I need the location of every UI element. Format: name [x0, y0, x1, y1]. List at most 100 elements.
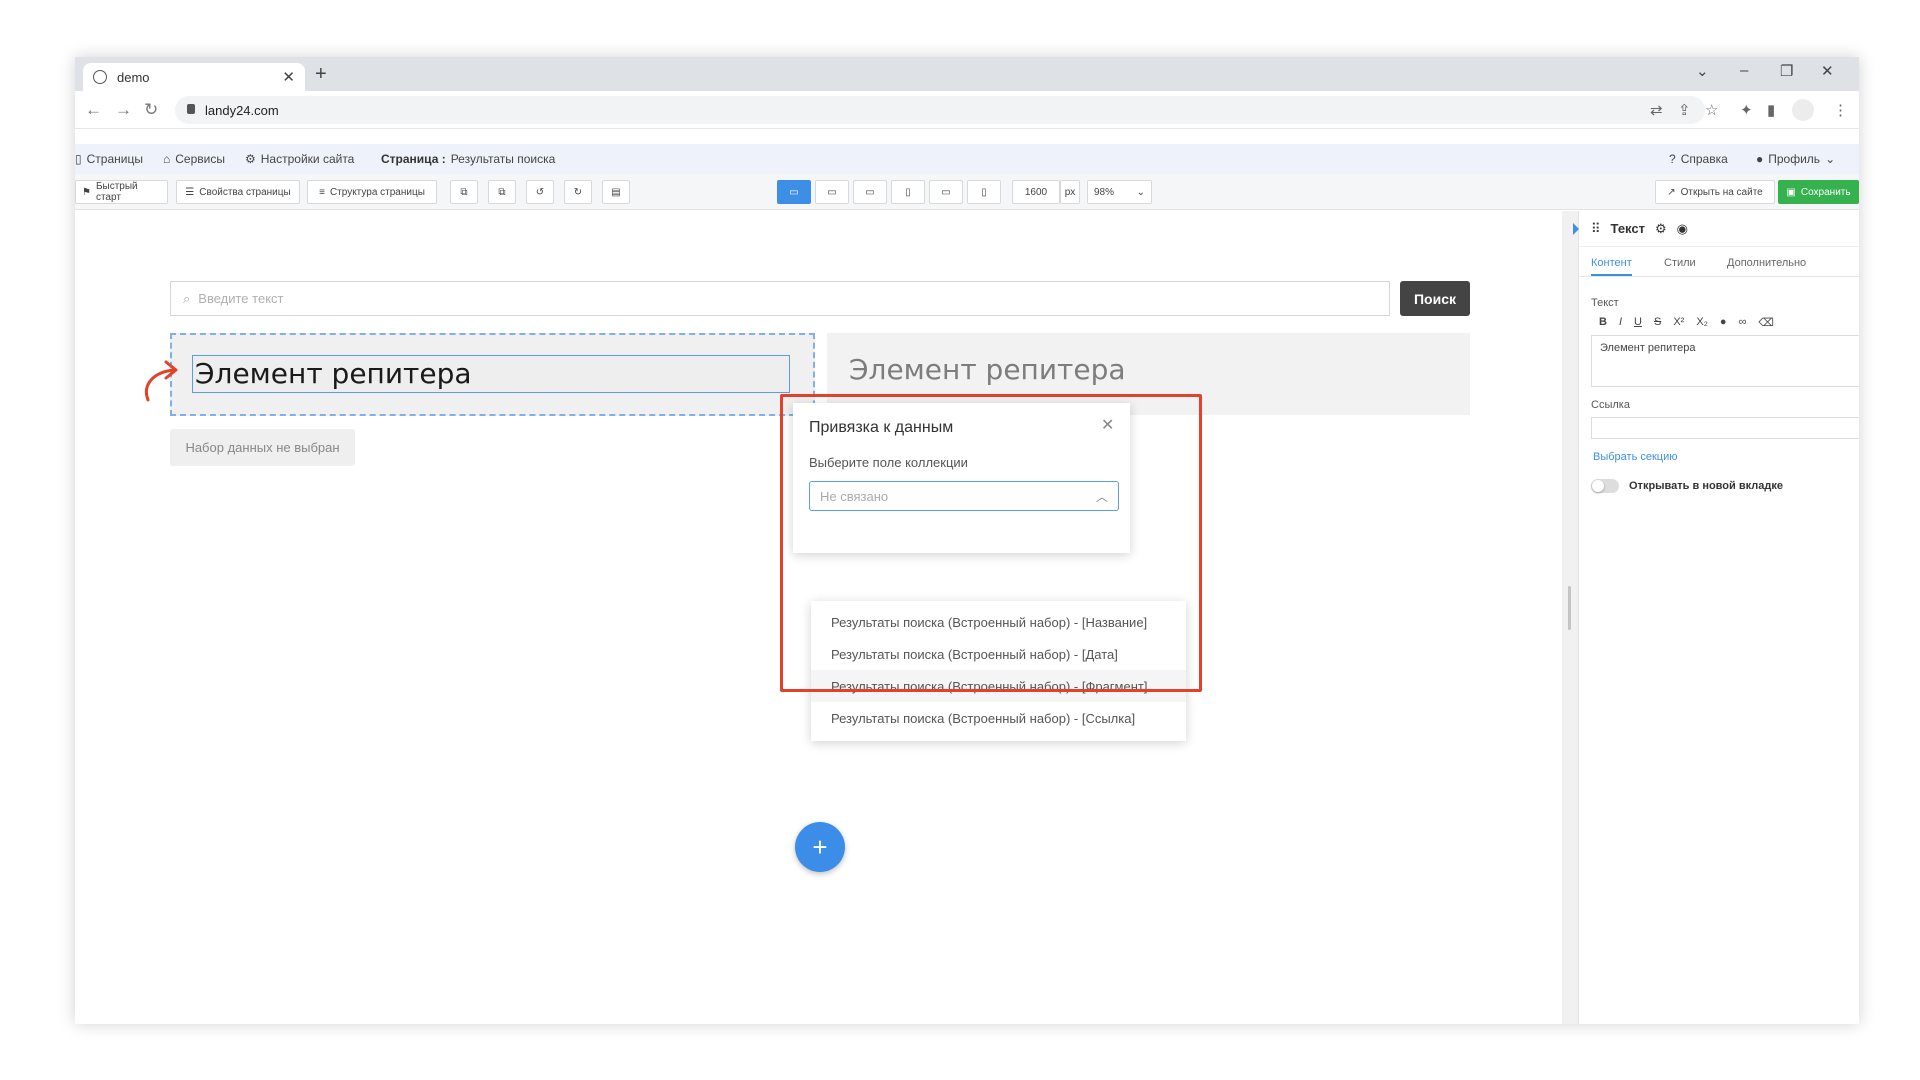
repeater-text-element[interactable]: Элемент репитера	[192, 355, 790, 393]
menu-pages-label: Страницы	[86, 152, 143, 166]
search-placeholder: Введите текст	[198, 291, 284, 306]
tablet-portrait-icon[interactable]: ▯	[891, 180, 925, 204]
add-section-button[interactable]: +	[795, 822, 845, 872]
menu-pages[interactable]: ▯ Страницы	[75, 152, 143, 166]
undo-icon[interactable]: ↺	[526, 180, 554, 204]
page-structure-button[interactable]: ≡ Структура страницы	[307, 180, 437, 204]
menu-profile-label: Профиль	[1768, 152, 1821, 166]
panel-header: ⠿ Текст ⚙ ◉	[1573, 211, 1859, 247]
menu-services[interactable]: ⌂ Сервисы	[163, 152, 225, 166]
repeater-item-selected[interactable]: Элемент репитера	[170, 333, 815, 416]
current-page-indicator: Страница : Результаты поиска	[381, 152, 555, 166]
redo-icon[interactable]: ↻	[564, 180, 592, 204]
editor-canvas[interactable]: ⌕ Введите текст Поиск Элемент репитера Э…	[75, 211, 1562, 1024]
menu-help[interactable]: ? Справка	[1669, 152, 1728, 166]
search-button[interactable]: Поиск	[1400, 281, 1470, 316]
sidepanel-icon[interactable]: ▮	[1767, 101, 1775, 119]
resize-handle[interactable]	[1568, 586, 1571, 630]
laptop-view-icon[interactable]: ▭	[815, 180, 849, 204]
chevron-down-icon: ⌄	[1136, 186, 1145, 198]
reload-icon[interactable]: ↻	[144, 100, 158, 120]
menu-icon[interactable]: ⋮	[1833, 101, 1848, 119]
gear-icon: ⚙	[245, 152, 256, 166]
url-text: landy24.com	[205, 102, 279, 118]
minimize-button[interactable]: –	[1740, 62, 1748, 79]
text-field-label: Текст	[1591, 297, 1619, 309]
search-input[interactable]: ⌕ Введите текст	[170, 281, 1390, 316]
restore-button[interactable]: ❐	[1780, 62, 1793, 80]
tab-search-icon[interactable]: ⌄	[1696, 62, 1709, 80]
tablet-landscape-icon[interactable]: ▭	[853, 180, 887, 204]
database-icon[interactable]: ▤	[602, 180, 630, 204]
forward-icon[interactable]: →	[115, 100, 132, 120]
mobile-landscape-icon[interactable]: ▭	[929, 180, 963, 204]
new-tab-button[interactable]: +	[315, 63, 327, 86]
bold-icon[interactable]: B	[1599, 316, 1607, 329]
profile-icon[interactable]	[1792, 99, 1814, 121]
zoom-select[interactable]: 98% ⌄	[1087, 180, 1152, 204]
browser-tab[interactable]: demo ✕	[83, 63, 305, 91]
new-tab-toggle[interactable]	[1591, 479, 1619, 493]
user-icon: ●	[1756, 152, 1764, 166]
superscript-icon[interactable]: X²	[1673, 316, 1684, 329]
drag-handle-icon[interactable]: ⠿	[1591, 221, 1601, 237]
tab-content[interactable]: Контент	[1591, 257, 1632, 276]
layers-icon: ≡	[319, 186, 325, 198]
services-icon: ⌂	[163, 152, 171, 166]
panel-title: Текст	[1610, 221, 1645, 236]
italic-icon[interactable]: I	[1619, 316, 1622, 329]
properties-panel: ⠿ Текст ⚙ ◉ Контент Стили Дополнительно …	[1573, 211, 1859, 1024]
paste-icon[interactable]: ⧉	[488, 180, 516, 204]
chevron-down-icon: ⌄	[1825, 152, 1836, 166]
dropdown-option[interactable]: Результаты поиска (Встроенный набор) - […	[811, 702, 1186, 734]
text-content-field[interactable]: Элемент репитера	[1591, 335, 1859, 387]
menu-services-label: Сервисы	[175, 152, 225, 166]
link-icon[interactable]: ∞	[1739, 316, 1747, 329]
search-icon: ⌕	[183, 290, 191, 306]
gear-icon[interactable]: ⚙	[1655, 221, 1667, 237]
menu-profile[interactable]: ● Профиль ⌄	[1756, 152, 1835, 166]
eraser-icon[interactable]: ⌫	[1758, 316, 1774, 329]
page-properties-button[interactable]: ☰ Свойства страницы	[176, 180, 300, 204]
collapse-arrow-icon[interactable]	[1573, 223, 1579, 235]
strikethrough-icon[interactable]: S	[1654, 316, 1661, 329]
tab-title: demo	[117, 69, 150, 85]
panel-tabs: Контент Стили Дополнительно	[1579, 251, 1859, 277]
canvas-width-input[interactable]: 1600	[1012, 180, 1060, 204]
page-name[interactable]: Результаты поиска	[451, 152, 556, 166]
tab-close-icon[interactable]: ✕	[282, 68, 295, 86]
annotation-arrow-icon	[145, 360, 178, 402]
save-label: Сохранить	[1800, 186, 1851, 198]
copy-icon[interactable]: ⧉	[450, 180, 478, 204]
menu-site-settings[interactable]: ⚙ Настройки сайта	[245, 152, 354, 166]
desktop-view-icon[interactable]: ▭	[777, 180, 811, 204]
close-window-button[interactable]: ✕	[1821, 62, 1834, 80]
quick-start-button[interactable]: ⚑ Быстрый старт	[75, 180, 168, 204]
puzzle-icon[interactable]: ✦	[1740, 101, 1753, 119]
no-dataset-badge[interactable]: Набор данных не выбран	[170, 429, 355, 466]
underline-icon[interactable]: U	[1634, 316, 1642, 329]
flag-icon: ⚑	[82, 186, 91, 198]
browser-tab-bar: demo ✕ + ⌄ – ❐ ✕	[75, 57, 1859, 91]
back-icon[interactable]: ←	[85, 100, 102, 120]
star-icon[interactable]: ☆	[1705, 101, 1718, 119]
translate-icon[interactable]: ⇄	[1650, 101, 1663, 119]
tab-advanced[interactable]: Дополнительно	[1727, 257, 1806, 269]
open-on-site-button[interactable]: ↗ Открыть на сайте	[1655, 180, 1775, 204]
page-structure-label: Структура страницы	[329, 186, 425, 198]
quick-start-label: Быстрый старт	[95, 181, 138, 203]
tab-styles[interactable]: Стили	[1664, 257, 1696, 269]
link-input[interactable]	[1591, 417, 1859, 439]
panel-resize-divider[interactable]	[1562, 211, 1578, 1024]
mobile-portrait-icon[interactable]: ▯	[967, 180, 1001, 204]
open-on-site-label: Открыть на сайте	[1680, 186, 1763, 198]
help-icon: ?	[1669, 152, 1676, 166]
globe-icon	[93, 70, 107, 84]
subscript-icon[interactable]: X₂	[1696, 316, 1708, 329]
share-icon[interactable]: ⇪	[1678, 101, 1691, 119]
save-button[interactable]: ▣ Сохранить	[1778, 180, 1859, 204]
eye-icon[interactable]: ◉	[1677, 221, 1688, 237]
url-field[interactable]: landy24.com	[175, 96, 1705, 124]
pick-section-link[interactable]: Выбрать секцию	[1593, 451, 1678, 463]
color-drop-icon[interactable]: ●	[1720, 316, 1727, 329]
